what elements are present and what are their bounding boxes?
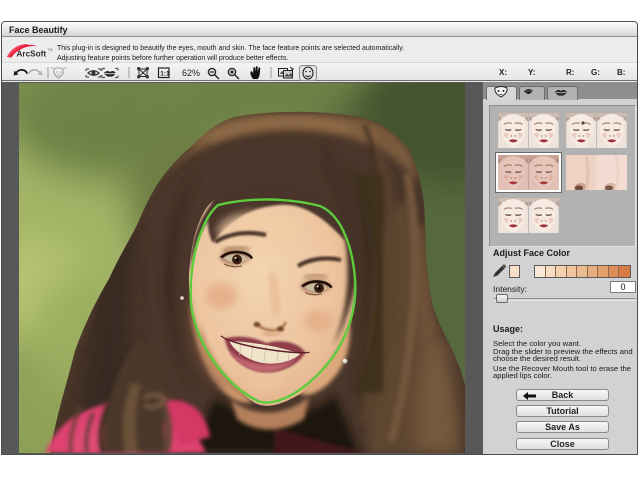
svg-text:62%: 62% xyxy=(182,68,200,78)
svg-text:1:1: 1:1 xyxy=(160,71,170,78)
svg-text:TM: TM xyxy=(48,48,53,52)
svg-text:ArcSoft: ArcSoft xyxy=(17,50,47,59)
